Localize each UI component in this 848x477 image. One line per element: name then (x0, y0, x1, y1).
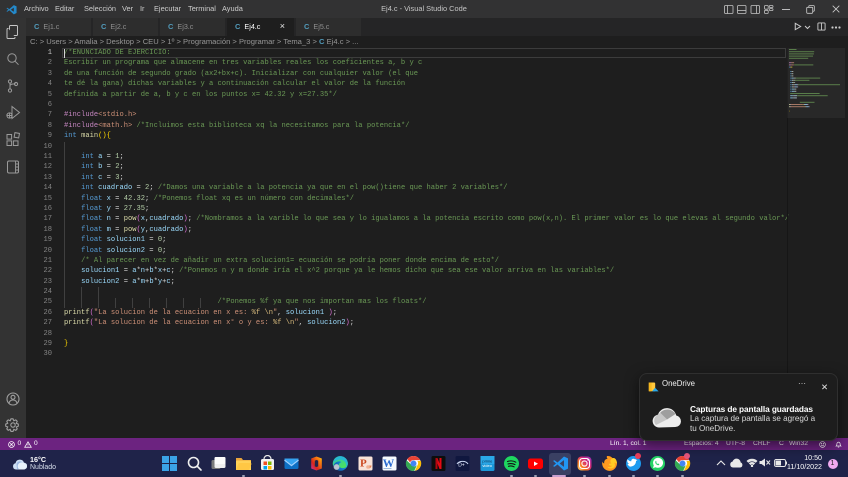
svg-text:video: video (482, 463, 492, 468)
svg-text:P: P (360, 458, 367, 470)
svg-text:D+: D+ (458, 463, 465, 469)
